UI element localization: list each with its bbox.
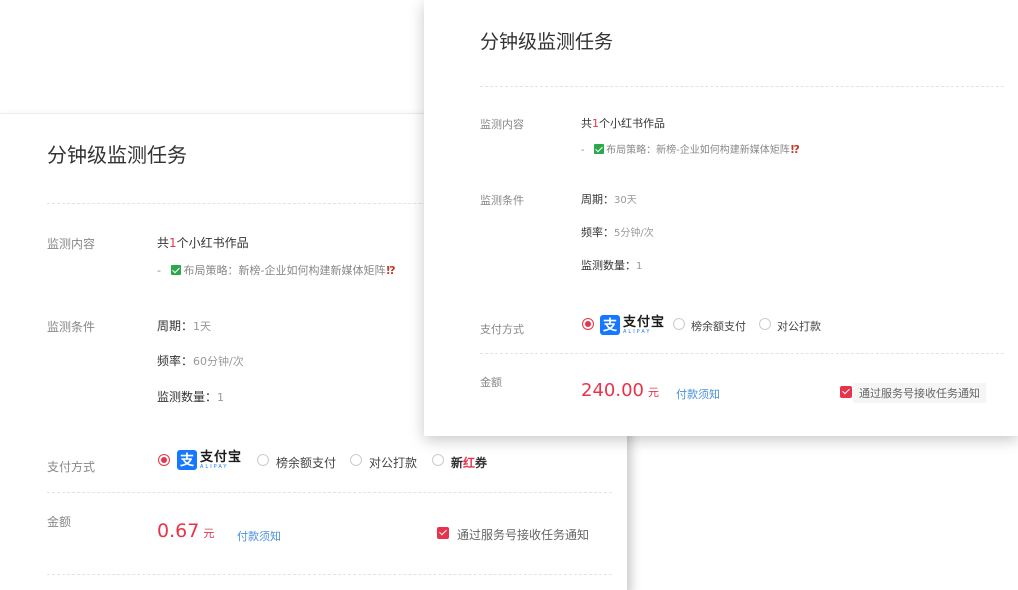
content-summary: 共1个小红书作品 [157,236,249,250]
condition-label: 监测条件 [480,194,524,207]
payment-label: 支付方式 [47,460,96,474]
green-check-icon [171,265,182,275]
content-item: - 布局策略：新榜-企业如何构建新媒体矩阵⁉ [581,143,800,156]
corporate-radio[interactable] [759,318,771,330]
alipay-radio[interactable] [582,318,594,330]
balance-option-label[interactable]: 榜余额支付 [691,318,746,334]
divider [47,574,612,575]
quantity-row: 监测数量：1 [581,259,643,272]
content-summary: 共1个小红书作品 [581,117,665,130]
balance-option-label[interactable]: 榜余额支付 [276,454,336,471]
quantity-row: 监测数量：1 [157,390,225,404]
payment-notice-link[interactable]: 付款须知 [237,528,281,544]
alipay-logo-icon[interactable]: 支 支付宝 ALIPAY [600,315,665,335]
divider [480,86,1004,87]
period-row: 周期：1天 [157,319,212,333]
content-label: 监测内容 [47,237,96,251]
double-exclamation-icon: ⁉ [386,264,396,277]
notify-label[interactable]: 通过服务号接收任务通知 [457,526,589,543]
corporate-option-label[interactable]: 对公打款 [777,318,821,334]
double-exclamation-icon: ⁉ [790,143,800,156]
balance-radio[interactable] [257,454,269,466]
content-item: - 布局策略：新榜-企业如何构建新媒体矩阵⁉ [157,264,396,277]
amount-label: 金额 [480,376,502,389]
amount-label: 金额 [47,515,72,529]
condition-label: 监测条件 [47,320,96,334]
period-row: 周期：30天 [581,193,637,206]
page-title: 分钟级监测任务 [47,143,187,167]
frequency-row: 频率：60分钟/次 [157,354,244,368]
divider [480,353,1004,354]
frequency-row: 频率：5分钟/次 [581,226,654,239]
alipay-radio[interactable] [158,454,170,466]
amount-value: 240.00 元 [581,380,659,401]
page-title: 分钟级监测任务 [480,31,614,53]
alipay-logo-icon[interactable]: 支 支付宝 ALIPAY [177,450,242,470]
green-check-icon [594,144,605,154]
coupon-radio[interactable] [432,454,444,466]
payment-label: 支付方式 [480,323,524,336]
divider [47,492,612,493]
balance-radio[interactable] [673,318,685,330]
content-label: 监测内容 [480,118,524,131]
front-order-card: 分钟级监测任务 监测内容 共1个小红书作品 - 布局策略：新榜-企业如何构建新媒… [424,0,1018,436]
notify-checkbox[interactable] [437,527,449,539]
notify-checkbox[interactable] [840,386,852,398]
notify-label[interactable]: 通过服务号接收任务通知 [853,383,986,403]
amount-value: 0.67 元 [157,520,215,542]
corporate-option-label[interactable]: 对公打款 [369,454,417,471]
corporate-radio[interactable] [350,454,362,466]
coupon-option-label[interactable]: 新红券 [451,454,487,471]
payment-notice-link[interactable]: 付款须知 [676,386,720,402]
